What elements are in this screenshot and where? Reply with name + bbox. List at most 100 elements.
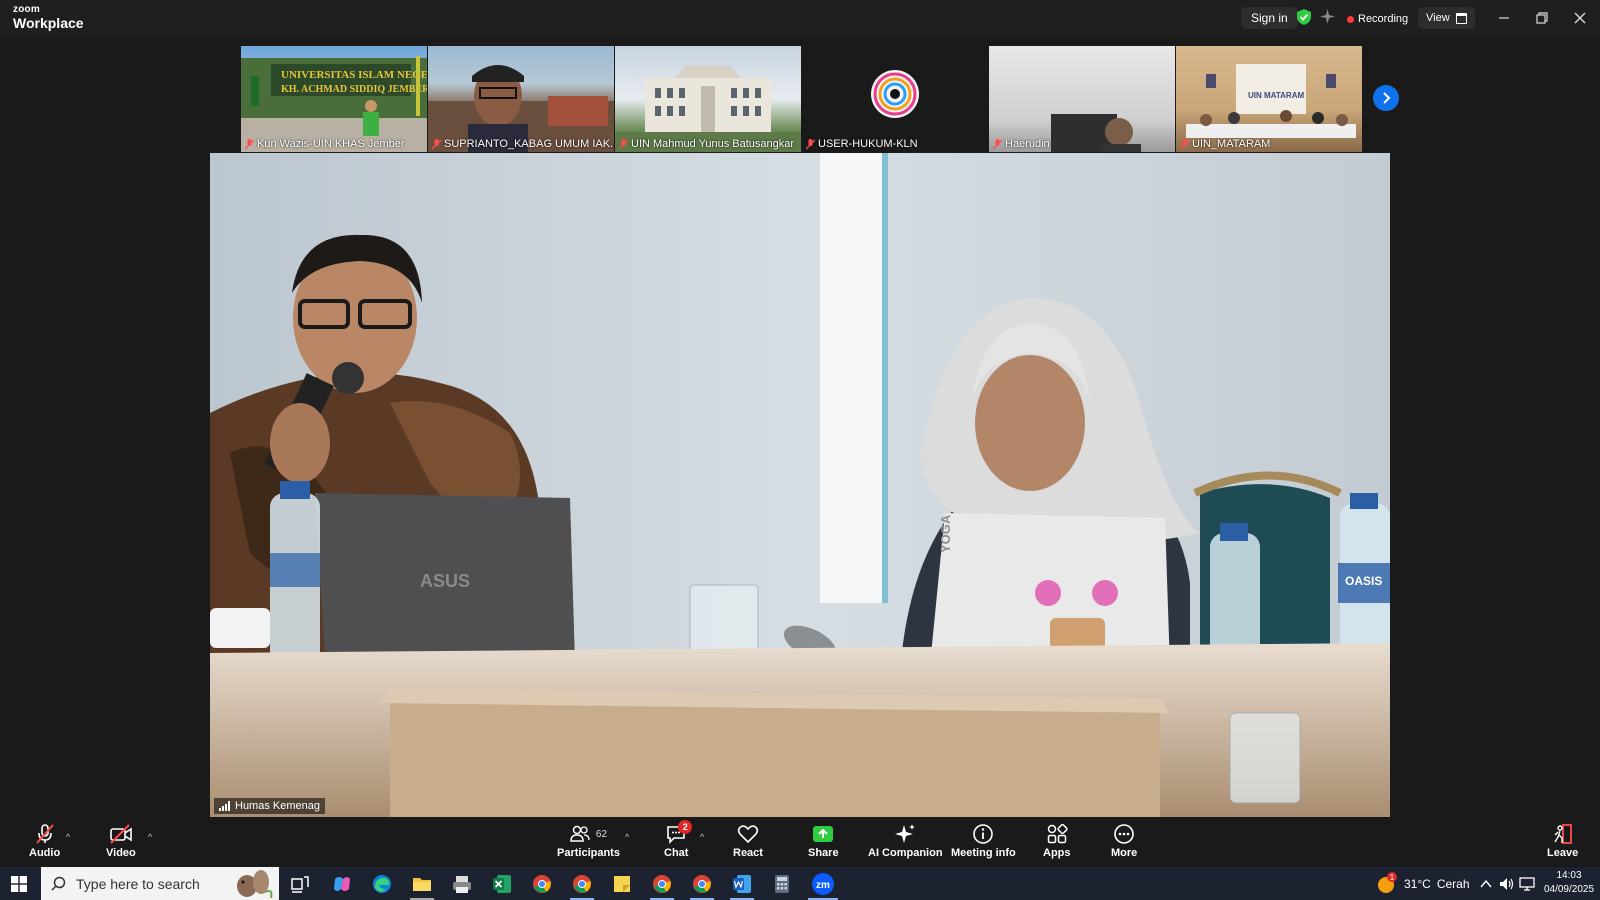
recording-dot-icon (1347, 15, 1354, 23)
video-frame: UIN MATARAM (1186, 64, 1356, 138)
search-placeholder: Type here to search (76, 875, 200, 892)
chevron-right-icon (1383, 92, 1391, 104)
avatar (871, 70, 919, 118)
apps-icon (1047, 823, 1068, 844)
copilot-icon[interactable] (331, 873, 353, 895)
network-icon[interactable] (1519, 877, 1537, 891)
participant-name-label: Haerudin (1005, 138, 1050, 150)
participant-name-label: SUPRIANTO_KABAG UMUM IAK... (444, 138, 614, 150)
recording-indicator[interactable]: Recording (1347, 8, 1408, 30)
mic-muted-icon (993, 138, 1002, 149)
chrome-profile-icon[interactable] (571, 873, 593, 895)
video-frame (428, 65, 614, 152)
chat-button[interactable]: 2 Chat (664, 820, 693, 859)
audio-button[interactable]: Audio (29, 821, 60, 859)
meeting-info-label: Meeting info (951, 847, 1016, 859)
participant-name: USER-HUKUM-KLN (806, 138, 918, 150)
participant-name: Kun Wazis-UIN KHAS Jember (245, 138, 405, 150)
close-icon[interactable] (1570, 8, 1590, 28)
leave-door-icon (1553, 824, 1572, 844)
ai-sparkle-icon[interactable] (1320, 9, 1335, 24)
file-explorer-icon[interactable] (411, 873, 433, 895)
participant-name-label: Kun Wazis-UIN KHAS Jember (257, 138, 405, 150)
participants-label: Participants (557, 847, 620, 859)
sign-in-button[interactable]: Sign in (1241, 7, 1298, 29)
mic-muted-icon (35, 824, 54, 844)
participants-count: 62 (595, 828, 608, 840)
video-options-caret-icon[interactable]: ^ (148, 832, 152, 842)
chevron-up-icon[interactable] (1480, 879, 1492, 889)
svg-text:zm: zm (816, 880, 830, 891)
view-label: View (1426, 12, 1450, 24)
signal-strength-icon (219, 801, 230, 811)
participant-thumbnail-strip: UNIVERSITAS ISLAM NEGERI KH. ACHMAD SIDD… (241, 46, 1362, 152)
word-icon[interactable] (731, 873, 753, 895)
participant-tile[interactable]: UIN Mahmud Yunus Batusangkar (615, 46, 801, 152)
chrome-profile-2-icon[interactable] (651, 873, 673, 895)
chat-options-caret-icon[interactable]: ^ (700, 832, 704, 842)
share-button[interactable]: Share (808, 821, 839, 859)
windows-start-icon[interactable] (11, 876, 27, 892)
edge-browser-icon[interactable] (371, 873, 393, 895)
speaker-name: Humas Kemenag (235, 800, 320, 812)
taskbar-search-box[interactable]: Type here to search (41, 867, 279, 900)
participants-options-caret-icon[interactable]: ^ (625, 832, 629, 842)
participant-tile[interactable]: SUPRIANTO_KABAG UMUM IAK... (428, 46, 614, 152)
participants-button[interactable]: 62 Participants (557, 821, 620, 859)
audio-options-caret-icon[interactable]: ^ (66, 832, 70, 842)
participant-name-label: USER-HUKUM-KLN (818, 138, 918, 150)
active-speaker-video[interactable]: ASUS YOGA OASIS Humas Kemenag (210, 153, 1390, 817)
restore-icon[interactable] (1532, 8, 1552, 28)
clock[interactable]: 14:03 04/09/2025 (1543, 869, 1595, 897)
more-label: More (1111, 847, 1138, 859)
audio-label: Audio (29, 847, 61, 859)
task-view-icon[interactable] (289, 873, 311, 895)
share-label: Share (808, 847, 839, 859)
chat-label: Chat (664, 847, 689, 859)
weather-badge: 1 (1387, 872, 1397, 882)
chrome-profile-3-icon[interactable] (691, 873, 713, 895)
video-button[interactable]: Video (106, 821, 136, 859)
zoom-app-icon[interactable]: zm (811, 872, 835, 896)
laptop-brand-right: YOGA (938, 514, 953, 553)
chrome-icon[interactable] (531, 873, 553, 895)
mic-muted-icon (619, 138, 628, 149)
react-button[interactable]: React (733, 821, 763, 859)
speaker-volume-icon[interactable] (1499, 877, 1515, 891)
participant-name: UIN_MATARAM (1180, 138, 1270, 150)
brand-big: Workplace (13, 15, 84, 31)
sticky-notes-icon[interactable] (611, 873, 633, 895)
ai-companion-button[interactable]: AI Companion (868, 821, 943, 859)
meeting-info-button[interactable]: Meeting info (951, 821, 1016, 859)
apps-button[interactable]: Apps (1043, 821, 1071, 859)
clock-time: 14:03 (1556, 870, 1582, 881)
excel-icon[interactable] (491, 873, 513, 895)
more-button[interactable]: More (1111, 821, 1137, 859)
ai-companion-label: AI Companion (868, 847, 943, 859)
laptop-brand-left: ASUS (420, 571, 470, 591)
heart-icon (737, 825, 759, 844)
video-frame (1051, 114, 1141, 152)
video-label: Video (106, 847, 136, 859)
more-icon (1114, 824, 1134, 844)
leave-button[interactable]: Leave (1547, 821, 1578, 859)
participant-tile[interactable]: UNIVERSITAS ISLAM NEGERI KH. ACHMAD SIDD… (241, 46, 427, 152)
participant-tile[interactable]: UIN MATARAM UIN_MATARAM (1176, 46, 1362, 152)
search-highlight-squirrel-icon (237, 870, 273, 899)
minimize-icon[interactable] (1494, 8, 1514, 28)
brand-small: zoom (13, 4, 40, 15)
participant-tile[interactable]: USER-HUKUM-KLN (802, 46, 988, 152)
camera-off-icon (110, 824, 132, 844)
view-button[interactable]: View (1418, 7, 1475, 29)
weather-desc: Cerah (1436, 876, 1470, 891)
calculator-icon[interactable] (771, 873, 793, 895)
printer-icon[interactable] (451, 873, 473, 895)
shield-check-icon[interactable] (1297, 9, 1311, 25)
weather-widget[interactable]: 1 31°C Cerah (1376, 867, 1470, 900)
video-frame: UNIVERSITAS ISLAM NEGERI KH. ACHMAD SIDD… (241, 56, 427, 152)
banner-text: UIN MATARAM (1248, 91, 1304, 100)
next-page-button[interactable] (1373, 85, 1399, 111)
participant-tile[interactable]: Haerudin (989, 46, 1175, 152)
zoom-logo: zoom Workplace (13, 4, 84, 31)
search-icon (51, 876, 66, 891)
